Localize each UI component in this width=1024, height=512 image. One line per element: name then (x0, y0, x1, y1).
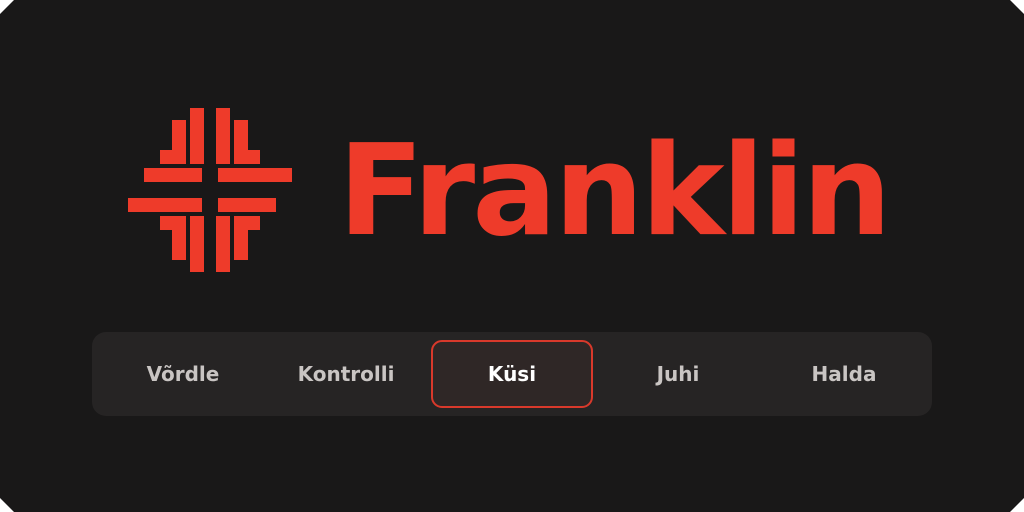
tab-vordle[interactable]: Võrdle (102, 340, 264, 408)
tab-kusi[interactable]: Küsi (431, 340, 593, 408)
tab-juhi[interactable]: Juhi (597, 340, 759, 408)
segmented-tab-bar: Võrdle Kontrolli Küsi Juhi Halda (92, 332, 932, 416)
franklin-logo-icon (128, 108, 292, 272)
brand-wordmark: Franklin (338, 117, 892, 264)
app-window: Franklin Võrdle Kontrolli Küsi Juhi Hald… (0, 0, 1024, 512)
tab-halda[interactable]: Halda (763, 340, 925, 408)
tab-kontrolli[interactable]: Kontrolli (265, 340, 427, 408)
